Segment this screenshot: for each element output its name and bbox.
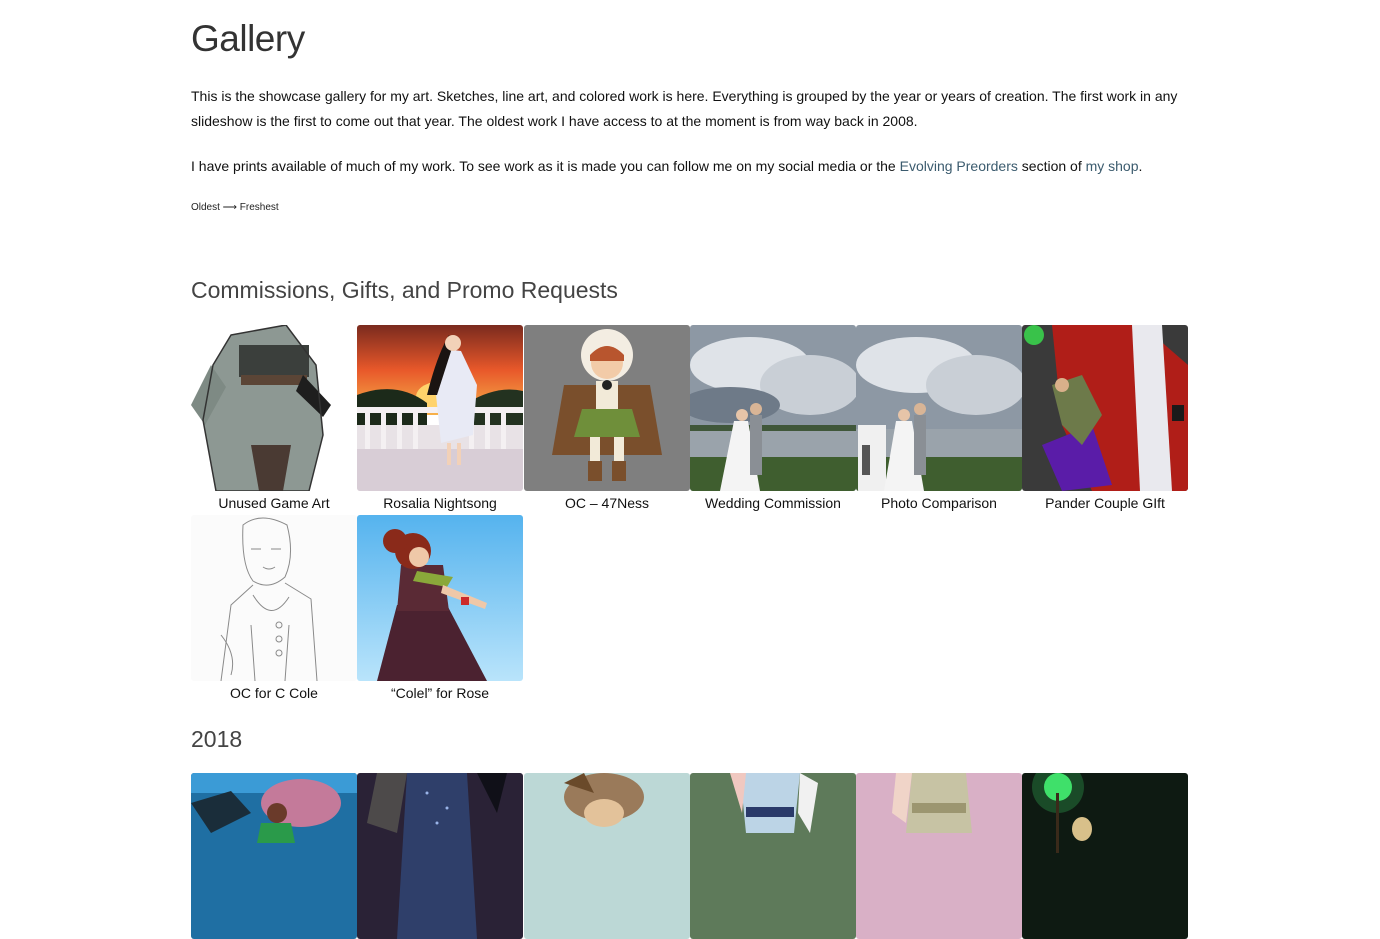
shop-link[interactable]: my shop [1086,158,1139,174]
gallery-thumbnail[interactable] [357,325,523,491]
gallery-item[interactable] [1022,773,1188,939]
gallery-thumbnail[interactable] [357,515,523,681]
sunset-balcony-thumb [357,325,523,491]
gallery-caption: Photo Comparison [881,495,997,511]
gallery-item[interactable] [856,773,1022,939]
dancer-blue-thumb [357,515,523,681]
gallery-thumbnail[interactable] [191,773,357,939]
pencil-sketch-thumb [191,515,357,681]
gallery-thumbnail[interactable] [690,773,856,939]
gallery-thumbnail[interactable] [524,773,690,939]
prints-text-middle: section of [1017,158,1086,174]
prints-text-end: . [1138,158,1143,174]
chibi-cloak-thumb [524,325,690,491]
gallery-item[interactable] [191,773,357,939]
underwater-thumb [191,773,357,939]
gallery-item[interactable]: OC for C Cole [191,515,357,701]
prints-text-before: I have prints available of much of my wo… [191,158,900,174]
gallery-thumbnail[interactable] [524,325,690,491]
dark-gown-thumb [357,773,523,939]
gallery-caption: OC for C Cole [230,685,318,701]
gallery-item[interactable]: Pander Couple GIft [1022,325,1188,511]
gallery-item[interactable]: Rosalia Nightsong [357,325,523,511]
preorders-link[interactable]: Evolving Preorders [900,158,1018,174]
gallery-item[interactable]: OC – 47Ness [524,325,690,511]
gallery-item[interactable]: “Colel” for Rose [357,515,523,701]
gallery-thumbnail[interactable] [357,773,523,939]
gallery-caption: “Colel” for Rose [390,685,490,701]
gallery-caption: Unused Game Art [218,495,330,511]
gallery-item[interactable]: Wedding Commission [690,325,856,511]
green-dress-thumb [690,773,856,939]
mecha-red-thumb [1022,325,1188,491]
prints-paragraph: I have prints available of much of my wo… [191,154,1189,179]
gallery-item[interactable] [357,773,523,939]
order-note: Oldest ⟶ Freshest [191,202,279,213]
gallery-item[interactable] [690,773,856,939]
gray-coat-figure-thumb [191,325,357,491]
pink-gown-thumb [856,773,1022,939]
gallery-thumbnail[interactable] [191,515,357,681]
gallery-caption: Rosalia Nightsong [383,495,497,511]
gallery-thumbnail[interactable] [690,325,856,491]
wedding-lake-thumb [690,325,856,491]
gallery-thumbnail[interactable] [1022,325,1188,491]
gallery-thumbnail[interactable] [191,325,357,491]
gallery-thumbnail[interactable] [856,325,1022,491]
gallery-caption: OC – 47Ness [564,495,650,511]
page-title: Gallery [191,18,305,59]
gallery-item[interactable] [524,773,690,939]
gallery-caption: Wedding Commission [705,495,841,511]
gallery-item[interactable]: Unused Game Art [191,325,357,511]
fur-hat-thumb [524,773,690,939]
gallery-thumbnail[interactable] [856,773,1022,939]
section-title-commissions: Commissions, Gifts, and Promo Requests [191,277,618,303]
gallery-thumbnail[interactable] [1022,773,1188,939]
green-magic-thumb [1022,773,1188,939]
section-title-2018: 2018 [191,726,243,752]
intro-paragraph: This is the showcase gallery for my art.… [191,88,1178,129]
gallery-item[interactable]: Photo Comparison [856,325,1022,511]
gallery-caption: Pander Couple GIft [1045,495,1165,511]
wedding-comparison-thumb [856,325,1022,491]
